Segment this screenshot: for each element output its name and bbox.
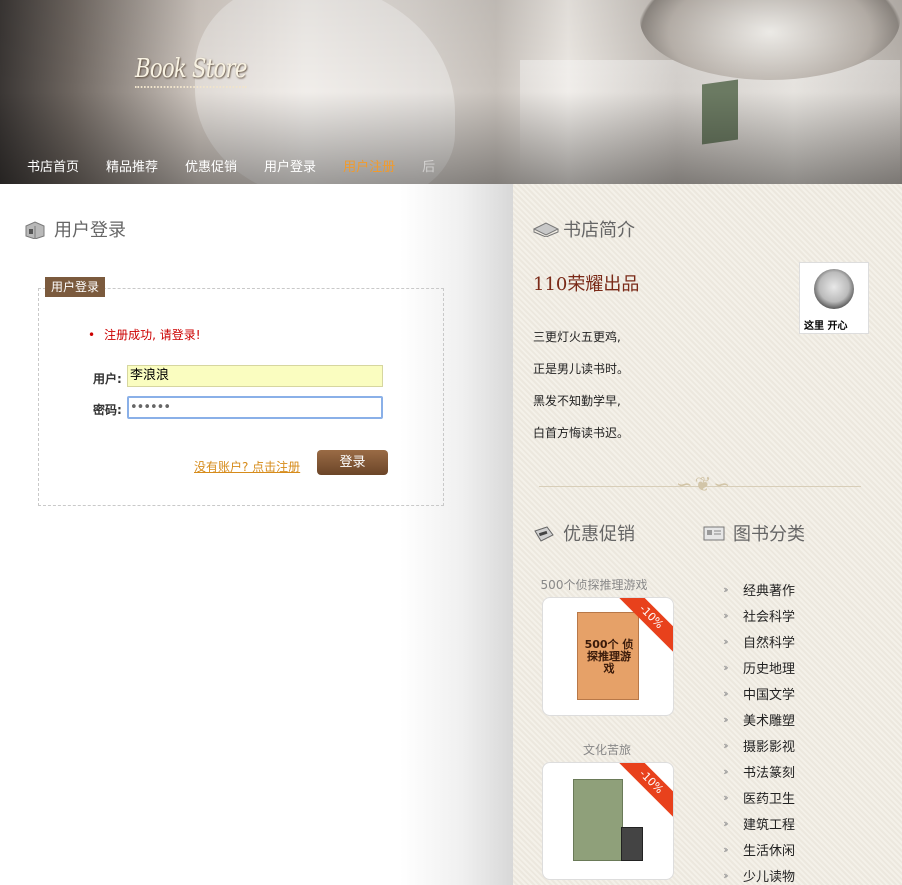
promo-book-card-2[interactable]: -10% <box>542 762 674 880</box>
header-banner: Book Store 书店首页 精品推荐 优惠促销 用户登录 用户注册 后 <box>0 0 902 184</box>
password-input[interactable]: •••••• <box>127 396 383 419</box>
site-logo[interactable]: Book Store <box>135 54 247 88</box>
username-input[interactable]: 李浪浪 <box>127 365 383 387</box>
promo-section-title: 优惠促销 <box>533 520 635 546</box>
book-cover-1: 500个 侦探推理游戏 <box>577 612 639 700</box>
nav-home[interactable]: 书店首页 <box>27 158 79 178</box>
promo-book-card-1[interactable]: 500个 侦探推理游戏 -10% <box>542 597 674 716</box>
sidebar: 书店简介 110荣耀出品 这里 开心 三更灯火五更鸡, 正是男儿读书时。 黑发不… <box>513 184 902 885</box>
category-item[interactable]: ›› 自然科学 <box>723 628 795 654</box>
book-cover-2-small <box>621 827 643 861</box>
poem-line-1: 三更灯火五更鸡, <box>533 330 621 344</box>
category-item[interactable]: ›› 医药卫生 <box>723 784 795 810</box>
double-chevron-icon: ›› <box>723 608 729 622</box>
login-section-title: 用户登录 <box>24 216 126 242</box>
promo-book-title-2[interactable]: 文化苦旅 <box>547 741 667 758</box>
book-cover-2 <box>573 779 623 861</box>
poem-line-4: 白首方悔读书迟。 <box>533 426 630 440</box>
nav-register[interactable]: 用户注册 <box>343 158 395 178</box>
double-chevron-icon: ›› <box>723 634 729 648</box>
nav-recommend[interactable]: 精品推荐 <box>106 158 158 178</box>
meme-caption: 这里 开心 <box>804 321 848 332</box>
login-panel: 用户登录 用户登录 注册成功, 请登录! 用户: 李浪浪 密码: •••••• … <box>0 184 513 885</box>
double-chevron-icon: ›› <box>723 790 729 804</box>
nav-promotions[interactable]: 优惠促销 <box>185 158 237 178</box>
success-message: 注册成功, 请登录! <box>88 326 200 343</box>
category-list: ›› 经典著作 ›› 社会科学 ›› 自然科学 ›› 历史地理 ›› 中国文学 ›› 美术雕… <box>723 576 795 885</box>
open-book-icon <box>532 221 560 238</box>
double-chevron-icon: ›› <box>723 868 729 882</box>
category-item[interactable]: ›› 历史地理 <box>723 654 795 680</box>
card-icon <box>703 525 725 541</box>
double-chevron-icon: ›› <box>723 660 729 674</box>
category-item[interactable]: ›› 书法篆刻 <box>723 758 795 784</box>
double-chevron-icon: ›› <box>723 712 729 726</box>
login-legend: 用户登录 <box>45 277 106 297</box>
discount-badge-2: -10% <box>616 763 673 817</box>
nav-login[interactable]: 用户登录 <box>264 158 316 178</box>
register-link[interactable]: 没有账户? 点击注册 <box>194 458 300 475</box>
promo-book-title-1[interactable]: 500个侦探推理游戏 <box>519 576 669 593</box>
category-item[interactable]: ›› 少儿读物 <box>723 862 795 885</box>
meme-face <box>814 269 854 309</box>
category-section-title: 图书分类 <box>703 520 805 546</box>
double-chevron-icon: ›› <box>723 816 729 830</box>
double-chevron-icon: ›› <box>723 738 729 752</box>
password-label: 密码: <box>93 403 122 417</box>
scroll-ornament-icon: ∽❦∽ <box>675 472 733 496</box>
intro-section-title: 书店简介 <box>532 216 635 242</box>
category-item[interactable]: ›› 建筑工程 <box>723 810 795 836</box>
category-item[interactable]: ›› 美术雕塑 <box>723 706 795 732</box>
double-chevron-icon: ›› <box>723 582 729 596</box>
double-chevron-icon: ›› <box>723 764 729 778</box>
poem-line-3: 黑发不知勤学早, <box>533 394 621 408</box>
intro-headline: 110荣耀出品 <box>533 274 640 295</box>
book-icon <box>24 221 46 240</box>
meme-image: 这里 开心 <box>799 262 869 334</box>
ornamental-divider: ∽❦∽ <box>539 472 861 504</box>
login-button[interactable]: 登录 <box>317 450 388 475</box>
category-item[interactable]: ›› 中国文学 <box>723 680 795 706</box>
double-chevron-icon: ›› <box>723 842 729 856</box>
category-item[interactable]: ›› 社会科学 <box>723 602 795 628</box>
nav-more[interactable]: 后 <box>422 158 435 178</box>
username-label: 用户: <box>93 372 122 386</box>
category-item[interactable]: ›› 经典著作 <box>723 576 795 602</box>
double-chevron-icon: ›› <box>723 686 729 700</box>
tag-icon <box>533 525 555 542</box>
category-item[interactable]: ›› 生活休闲 <box>723 836 795 862</box>
poem-line-2: 正是男儿读书时。 <box>533 362 630 376</box>
main-nav: 书店首页 精品推荐 优惠促销 用户登录 用户注册 后 <box>0 158 435 178</box>
category-item[interactable]: ›› 摄影影视 <box>723 732 795 758</box>
